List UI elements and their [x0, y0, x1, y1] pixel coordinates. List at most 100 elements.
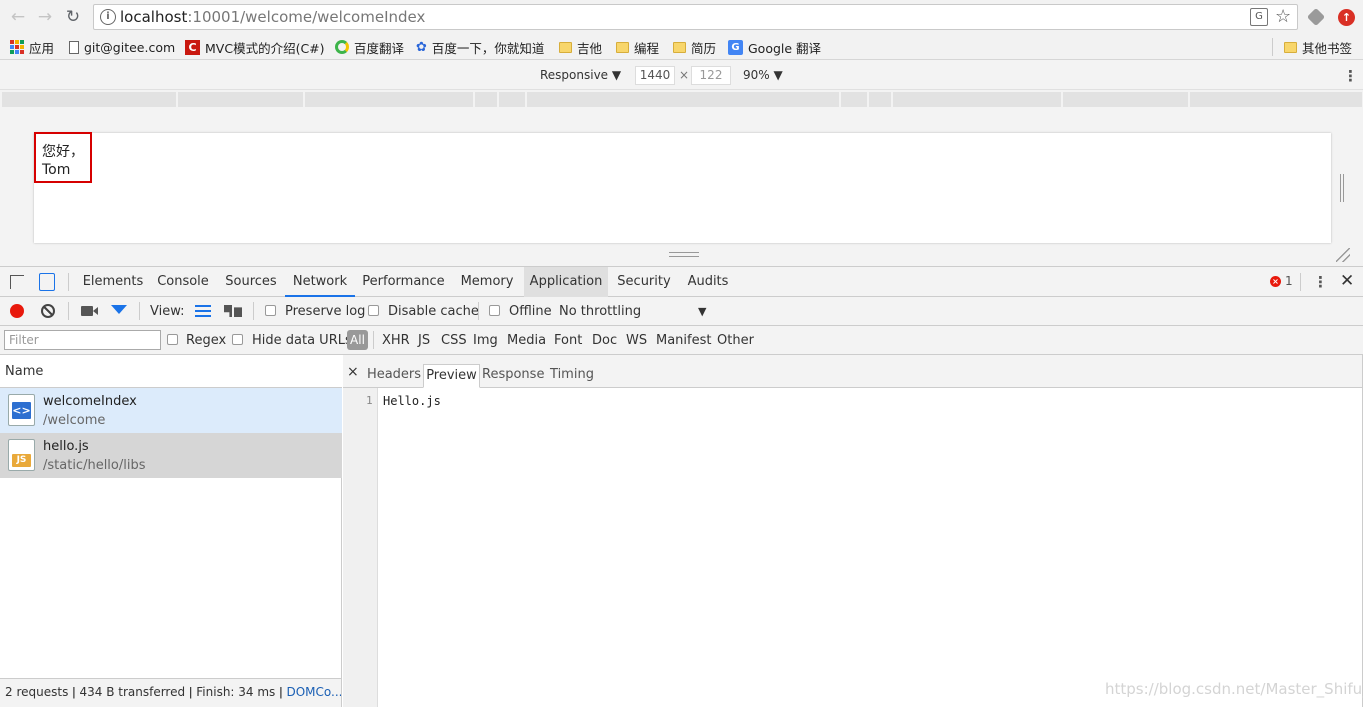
filter-type-img[interactable]: Img: [473, 333, 498, 348]
list-view-icon[interactable]: [195, 305, 211, 317]
filter-type-font[interactable]: Font: [554, 333, 582, 348]
throttling-select[interactable]: No throttling: [559, 304, 641, 319]
ruler-segment[interactable]: [841, 92, 867, 107]
device-height-input[interactable]: 122: [691, 66, 731, 85]
tab-headers[interactable]: Headers: [366, 364, 422, 388]
ruler-segment[interactable]: [1063, 92, 1188, 107]
waterfall-view-icon[interactable]: [224, 305, 242, 317]
ruler-segment[interactable]: [1190, 92, 1362, 107]
network-toolbar: View: Preserve log Disable cache Offline…: [0, 297, 1363, 326]
site-info-icon[interactable]: i: [100, 9, 116, 25]
devtools-menu-icon[interactable]: ⋮: [1313, 273, 1328, 291]
preserve-log-label[interactable]: Preserve log: [285, 304, 365, 319]
name-column-header[interactable]: Name: [0, 355, 342, 388]
bookmark-folder-programming[interactable]: 编程: [616, 38, 659, 56]
filter-type-doc[interactable]: Doc: [592, 333, 617, 348]
filter-type-media[interactable]: Media: [507, 333, 546, 348]
bookmark-baidu-translate[interactable]: 百度翻译: [335, 38, 404, 56]
height-resize-handle[interactable]: [669, 252, 699, 257]
tab-console[interactable]: Console: [152, 267, 214, 297]
regex-label[interactable]: Regex: [186, 333, 226, 348]
address-bar[interactable]: i localhost:10001/welcome/welcomeIndex G…: [93, 4, 1298, 30]
bookmark-baidu[interactable]: ✿ 百度一下，你就知道: [416, 38, 544, 56]
device-toggle-icon[interactable]: [39, 273, 55, 291]
back-arrow-icon[interactable]: ←: [7, 6, 29, 28]
tab-memory[interactable]: Memory: [454, 267, 520, 297]
filter-input[interactable]: Filter: [4, 330, 161, 350]
toolbar-separator: [478, 302, 479, 320]
extension-cube-icon[interactable]: [1306, 7, 1326, 27]
tab-sources[interactable]: Sources: [220, 267, 282, 297]
ruler-segment[interactable]: [499, 92, 525, 107]
bookmark-mvc[interactable]: C MVC模式的介绍(C#): [185, 38, 325, 56]
js-file-icon: JS: [8, 439, 35, 471]
device-width-input[interactable]: 1440: [635, 66, 675, 85]
ruler-segment[interactable]: [869, 92, 891, 107]
bookmark-folder-guitar[interactable]: 吉他: [559, 38, 602, 56]
html-code-icon: <>: [12, 402, 31, 419]
inspect-element-icon[interactable]: [10, 275, 24, 289]
ruler-segment[interactable]: [305, 92, 473, 107]
bookmark-folder-other[interactable]: 其他书签: [1284, 38, 1352, 56]
filter-type-all[interactable]: All: [347, 330, 368, 350]
tab-security[interactable]: Security: [612, 267, 676, 297]
extension-upload-icon[interactable]: ↑: [1338, 9, 1355, 26]
disable-cache-checkbox[interactable]: [368, 305, 379, 316]
tab-elements[interactable]: Elements: [79, 267, 147, 297]
filter-type-other[interactable]: Other: [717, 333, 754, 348]
tab-audits[interactable]: Audits: [681, 267, 735, 297]
bookmark-folder-resume[interactable]: 简历: [673, 38, 716, 56]
devtools-tab-bar: Elements Console Sources Network Perform…: [0, 266, 1363, 297]
filter-funnel-icon[interactable]: [111, 305, 127, 314]
tab-application[interactable]: Application: [524, 267, 608, 297]
tab-network[interactable]: Network: [285, 267, 355, 297]
close-devtools-icon[interactable]: ✕: [1340, 271, 1354, 291]
request-row-welcomeindex[interactable]: <> welcomeIndex /welcome: [0, 388, 342, 433]
bookmark-google-translate[interactable]: G Google 翻译: [728, 38, 821, 56]
regex-checkbox[interactable]: [167, 334, 178, 345]
device-mode-select[interactable]: Responsive ▼: [540, 68, 621, 82]
tab-preview[interactable]: Preview: [423, 364, 480, 388]
error-count[interactable]: 1: [1285, 274, 1293, 288]
bookmark-apps[interactable]: 应用: [10, 38, 54, 56]
clear-icon[interactable]: [41, 304, 55, 318]
record-icon[interactable]: [10, 304, 24, 318]
hide-data-urls-label[interactable]: Hide data URLs: [252, 333, 352, 348]
width-resize-handle[interactable]: [1340, 174, 1344, 202]
ruler-segment[interactable]: [527, 92, 839, 107]
bookmark-star-icon[interactable]: ☆: [1275, 6, 1291, 27]
bookmark-gitee[interactable]: git@gitee.com: [69, 38, 175, 56]
hide-data-urls-checkbox[interactable]: [232, 334, 243, 345]
url-text[interactable]: localhost:10001/welcome/welcomeIndex: [120, 8, 425, 26]
filter-type-xhr[interactable]: XHR: [382, 333, 410, 348]
domcontentloaded-link[interactable]: DOMCo...: [286, 685, 341, 699]
translate-icon[interactable]: G: [1250, 8, 1268, 26]
error-icon[interactable]: ×: [1270, 276, 1281, 287]
more-options-icon[interactable]: ⋮: [1343, 67, 1358, 85]
reload-icon[interactable]: ↻: [62, 6, 84, 28]
preserve-log-checkbox[interactable]: [265, 305, 276, 316]
close-detail-icon[interactable]: ×: [347, 364, 359, 380]
ruler-segment[interactable]: [2, 92, 176, 107]
filter-type-css[interactable]: CSS: [441, 333, 467, 348]
offline-label[interactable]: Offline: [509, 304, 552, 319]
filter-type-manifest[interactable]: Manifest: [656, 333, 711, 348]
filter-type-ws[interactable]: WS: [626, 333, 647, 348]
forward-arrow-icon[interactable]: →: [34, 6, 56, 28]
screenshot-camera-icon[interactable]: [81, 306, 93, 316]
corner-resize-handle[interactable]: [1336, 248, 1350, 262]
disable-cache-label[interactable]: Disable cache: [388, 304, 479, 319]
filter-type-js[interactable]: JS: [418, 333, 430, 348]
tab-performance[interactable]: Performance: [359, 267, 448, 297]
tab-response[interactable]: Response: [482, 364, 544, 388]
ruler-segment[interactable]: [178, 92, 303, 107]
request-row-hellojs[interactable]: JS hello.js /static/hello/libs: [0, 433, 342, 478]
offline-checkbox[interactable]: [489, 305, 500, 316]
zoom-select[interactable]: 90% ▼: [743, 68, 783, 82]
dropdown-arrow-icon[interactable]: ▼: [698, 305, 706, 318]
ruler-segment[interactable]: [893, 92, 1061, 107]
tab-timing[interactable]: Timing: [548, 364, 596, 388]
ruler-segment[interactable]: [475, 92, 497, 107]
tab-separator: [68, 273, 69, 291]
folder-icon: [616, 41, 629, 53]
